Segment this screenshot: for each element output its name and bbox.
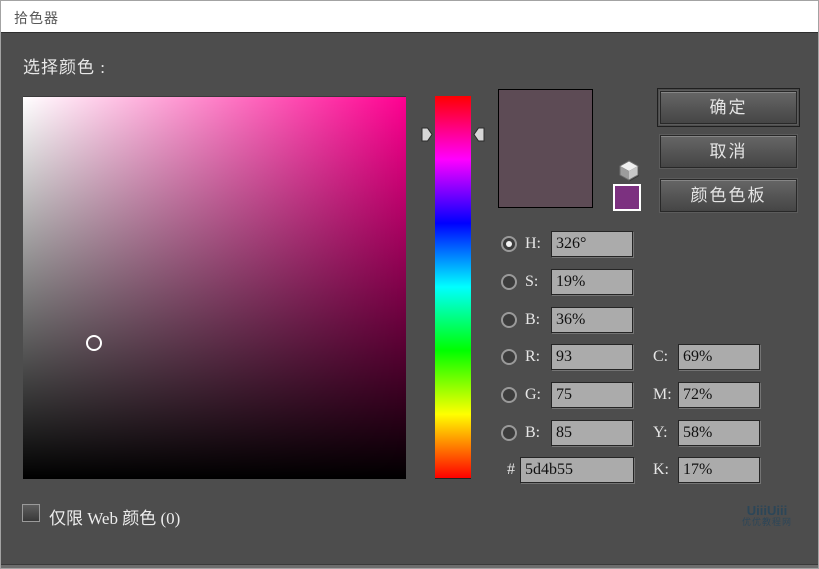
prompt-label: 选择颜色 :: [23, 58, 106, 77]
web-gamut-cube-icon[interactable]: [616, 157, 642, 183]
s-input[interactable]: [551, 269, 633, 295]
hue-slider[interactable]: [435, 96, 471, 479]
hue-slider-left-arrow-icon[interactable]: [421, 127, 433, 142]
r-input[interactable]: [551, 344, 633, 370]
radio-b2[interactable]: [501, 425, 517, 441]
dialog-title: 拾色器: [14, 12, 59, 27]
b2-label: B:: [525, 424, 541, 441]
window-bottom-edge: [1, 564, 818, 568]
c-label: C:: [653, 348, 669, 365]
c-input[interactable]: [678, 344, 760, 370]
watermark-logo: UiiiUiii: [746, 503, 788, 518]
color-field-marker[interactable]: [86, 335, 102, 351]
saturation-brightness-field[interactable]: [23, 96, 406, 479]
web-safe-swatch[interactable]: [613, 184, 641, 211]
title-bar: 拾色器: [1, 1, 818, 33]
ok-button[interactable]: 确定: [657, 88, 800, 127]
color-swatches-button[interactable]: 颜色色板: [660, 179, 797, 212]
b-label: B:: [525, 311, 541, 328]
color-picker-dialog: 拾色器 选择颜色 : 确定 取消 颜色色板 H: 326° S: 19% B: …: [0, 0, 819, 569]
b-input[interactable]: [551, 307, 633, 333]
g-input[interactable]: [551, 382, 633, 408]
dialog-body: 选择颜色 : 确定 取消 颜色色板 H: 326° S: 19% B: 36% …: [1, 33, 818, 568]
radio-b[interactable]: [501, 312, 517, 328]
web-colors-only-label: 仅限 Web 颜色 (0): [49, 509, 181, 528]
hex-input[interactable]: [520, 457, 634, 483]
k-label: K:: [653, 461, 669, 478]
watermark: UiiiUiii 优优教程网: [742, 504, 792, 527]
m-label: M:: [653, 386, 672, 403]
cancel-button[interactable]: 取消: [660, 135, 797, 168]
m-input[interactable]: [678, 382, 760, 408]
g-label: G:: [525, 386, 541, 403]
radio-s[interactable]: [501, 274, 517, 290]
hue-slider-right-arrow-icon[interactable]: [473, 127, 485, 142]
web-colors-only-checkbox[interactable]: [22, 504, 40, 522]
b2-input[interactable]: [551, 420, 633, 446]
radio-r[interactable]: [501, 349, 517, 365]
brightness-gradient: [23, 97, 406, 479]
hex-label: #: [507, 461, 515, 478]
k-input[interactable]: [678, 457, 760, 483]
s-label: S:: [525, 273, 539, 290]
radio-h[interactable]: [501, 236, 517, 252]
h-label: H:: [525, 235, 541, 252]
radio-g[interactable]: [501, 387, 517, 403]
current-color-swatch: [498, 89, 593, 208]
y-input[interactable]: [678, 420, 760, 446]
watermark-name: 优优教程网: [742, 517, 793, 527]
y-label: Y:: [653, 424, 668, 441]
r-label: R:: [525, 348, 541, 365]
h-input[interactable]: [551, 231, 633, 257]
